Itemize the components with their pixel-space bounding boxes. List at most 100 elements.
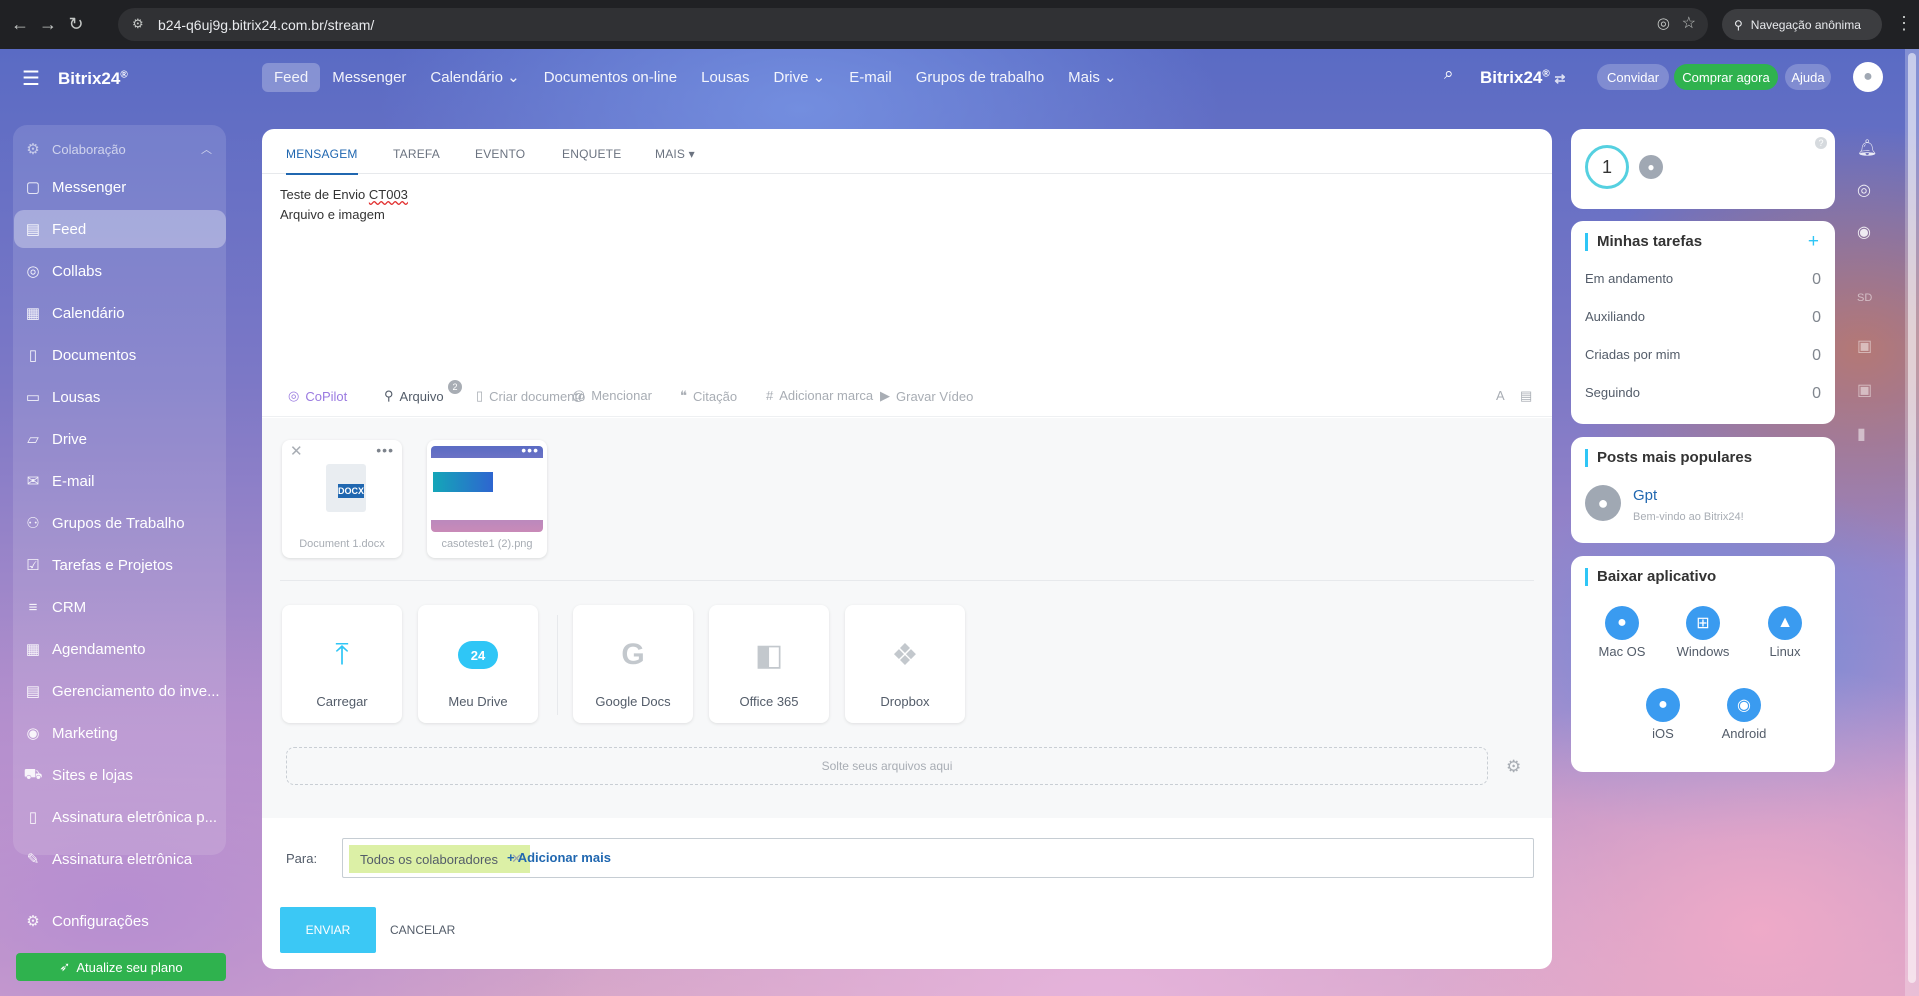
my-tasks-title[interactable]: Minhas tarefas: [1585, 233, 1702, 251]
user-avatar[interactable]: ●: [1853, 62, 1883, 92]
sidebar-item-workgroups[interactable]: ⚇ Grupos de Trabalho: [14, 504, 226, 542]
topnav-boards[interactable]: Lousas: [689, 63, 761, 92]
sidebar-item-feed[interactable]: ▤ Feed: [14, 210, 226, 248]
recipients-field[interactable]: Todos os colaboradores ✕ + Adicionar mais: [342, 838, 1534, 878]
counter-badge[interactable]: 1: [1585, 145, 1629, 189]
site-info-icon[interactable]: ⚙: [132, 16, 144, 32]
person-icon[interactable]: ●: [1639, 155, 1663, 179]
menu-toggle-icon[interactable]: ☰: [22, 66, 40, 91]
copilot-rail-icon[interactable]: ◎: [1857, 180, 1871, 200]
message-editor[interactable]: Teste de Envio CT003 Arquivo e imagem: [280, 185, 408, 225]
popular-post-title[interactable]: Bem-vindo ao Bitrix24!: [1633, 511, 1744, 523]
add-task-icon[interactable]: +: [1808, 231, 1819, 253]
incognito-badge[interactable]: ⚲ Navegação anônima: [1722, 9, 1882, 40]
topnav-more[interactable]: Mais ⌄: [1056, 62, 1128, 92]
office365-source-button[interactable]: ◧ Office 365: [709, 605, 829, 723]
sidebar-item-calendar[interactable]: ▦ Calendário: [14, 294, 226, 332]
browser-menu-icon[interactable]: ⋮: [1895, 13, 1913, 34]
add-more-recipients-link[interactable]: + Adicionar mais: [507, 850, 611, 865]
topnav-feed[interactable]: Feed: [262, 62, 321, 92]
help-button[interactable]: Ajuda: [1785, 64, 1831, 90]
reload-icon[interactable]: ↻: [62, 14, 90, 35]
attach-file-button[interactable]: ⚲ Arquivo 2: [384, 380, 462, 404]
page-scrollbar[interactable]: [1905, 49, 1919, 996]
sidebar-item-collabs[interactable]: ◎ Collabs: [14, 252, 226, 290]
quote-button[interactable]: ❝ Citação: [680, 388, 737, 404]
topnav-calendar[interactable]: Calendário ⌄: [418, 62, 531, 92]
upgrade-plan-button[interactable]: ➶ Atualize seu plano: [16, 953, 226, 981]
text-format-button[interactable]: A: [1496, 388, 1505, 403]
bookmark-star-icon[interactable]: ☆: [1682, 13, 1696, 33]
attachment-image[interactable]: ••• casoteste1 (2).png: [427, 440, 547, 558]
topnav-messenger[interactable]: Messenger: [320, 63, 418, 92]
rail-app-icon[interactable]: ▣: [1857, 380, 1872, 400]
sidebar-item-messenger[interactable]: ▢ Messenger: [14, 168, 226, 206]
my-drive-source-button[interactable]: 24 Meu Drive: [418, 605, 538, 723]
eye-off-icon[interactable]: ◎: [1657, 14, 1670, 32]
app-android[interactable]: ◉ Android: [1704, 688, 1784, 741]
app-macos[interactable]: ● Mac OS: [1582, 606, 1662, 659]
sidebar-item-tasks[interactable]: ☑ Tarefas e Projetos: [14, 546, 226, 584]
topnav-email[interactable]: E-mail: [837, 63, 904, 92]
address-bar[interactable]: ⚙ b24-q6uj9g.bitrix24.com.br/stream/ ◎ ☆: [118, 8, 1708, 41]
send-button[interactable]: ENVIAR: [280, 907, 376, 953]
back-icon[interactable]: ←: [6, 14, 34, 35]
task-row-created-by-me[interactable]: Criadas por mim 0: [1585, 347, 1821, 365]
app-windows[interactable]: ⊞ Windows: [1663, 606, 1743, 659]
add-tag-button[interactable]: # Adicionar marca: [766, 388, 873, 403]
tab-task[interactable]: TAREFA: [393, 147, 440, 161]
app-ios[interactable]: ● iOS: [1623, 688, 1703, 741]
buy-now-button[interactable]: Comprar agora: [1674, 64, 1778, 90]
forward-icon[interactable]: →: [34, 14, 62, 35]
task-row-following[interactable]: Seguindo 0: [1585, 385, 1821, 403]
sidebar-item-settings[interactable]: ⚙ Configurações: [14, 902, 226, 940]
bookmark-icon[interactable]: ▮: [1857, 424, 1866, 444]
copilot-button[interactable]: ◎ CoPilot: [288, 388, 347, 404]
user-initials-avatar[interactable]: SD: [1857, 292, 1872, 304]
author-avatar[interactable]: ●: [1585, 485, 1621, 521]
sidebar-item-drive[interactable]: ▱ Drive: [14, 420, 226, 458]
search-icon[interactable]: ⌕: [1444, 64, 1454, 84]
sidebar-item-booking[interactable]: ▦ Agendamento: [14, 630, 226, 668]
tab-poll[interactable]: ENQUETE: [562, 147, 621, 161]
topnav-workgroups[interactable]: Grupos de trabalho: [904, 63, 1056, 92]
topnav-drive[interactable]: Drive ⌄: [761, 62, 837, 92]
more-options-icon[interactable]: •••: [521, 442, 539, 458]
sidebar-item-sites[interactable]: ⛟ Sites e lojas: [14, 756, 226, 794]
invite-button[interactable]: Convidar: [1597, 64, 1670, 90]
dropbox-source-button[interactable]: ❖ Dropbox: [845, 605, 965, 723]
tab-message[interactable]: MENSAGEM: [286, 147, 358, 175]
sidebar-item-crm[interactable]: ≡ CRM: [14, 588, 226, 626]
file-dropzone[interactable]: Solte seus arquivos aqui: [286, 747, 1488, 785]
sidebar-item-documents[interactable]: ▯ Documentos: [14, 336, 226, 374]
upload-source-button[interactable]: ⤒ Carregar: [282, 605, 402, 723]
recipient-chip[interactable]: Todos os colaboradores ✕: [349, 845, 531, 873]
sidebar-section-collaboration[interactable]: ⚙ Colaboração ︿: [14, 130, 226, 168]
cancel-button[interactable]: CANCELAR: [390, 923, 455, 937]
attachment-docx[interactable]: ✕ ••• DOCX Document 1.docx: [282, 440, 402, 558]
tab-more[interactable]: MAIS ▾: [655, 147, 695, 161]
topnav-online-docs[interactable]: Documentos on-line: [532, 63, 689, 92]
task-row-in-progress[interactable]: Em andamento 0: [1585, 271, 1821, 289]
sidebar-item-marketing[interactable]: ◉ Marketing: [14, 714, 226, 752]
sidebar-item-esign-hr[interactable]: ▯ Assinatura eletrônica p...: [14, 798, 226, 836]
upload-settings-icon[interactable]: ⚙: [1506, 757, 1521, 777]
notifications-icon[interactable]: 🔔︎: [1857, 138, 1877, 158]
sidebar-item-boards[interactable]: ▭ Lousas: [14, 378, 226, 416]
record-video-button[interactable]: ▶ Gravar Vídeo: [880, 388, 973, 404]
google-docs-source-button[interactable]: G Google Docs: [573, 605, 693, 723]
sidebar-item-esign[interactable]: ✎ Assinatura eletrônica: [14, 840, 226, 878]
sidebar-item-inventory[interactable]: ▤ Gerenciamento do inve...: [14, 672, 226, 710]
editor-layout-button[interactable]: ▤: [1520, 388, 1532, 404]
mention-button[interactable]: @ Mencionar: [572, 388, 652, 403]
tab-event[interactable]: EVENTO: [475, 147, 525, 161]
remove-attachment-icon[interactable]: ✕: [290, 442, 303, 460]
sidebar-item-email[interactable]: ✉ E-mail: [14, 462, 226, 500]
chat-rail-icon[interactable]: ◉: [1857, 222, 1871, 242]
app-logo[interactable]: Bitrix24®: [58, 69, 128, 89]
popular-post-author[interactable]: Gpt: [1633, 487, 1657, 504]
task-row-assisting[interactable]: Auxiliando 0: [1585, 309, 1821, 327]
create-document-button[interactable]: ▯ Criar documento: [476, 388, 585, 404]
app-linux[interactable]: ▲ Linux: [1745, 606, 1825, 659]
help-icon[interactable]: ?: [1815, 137, 1827, 149]
